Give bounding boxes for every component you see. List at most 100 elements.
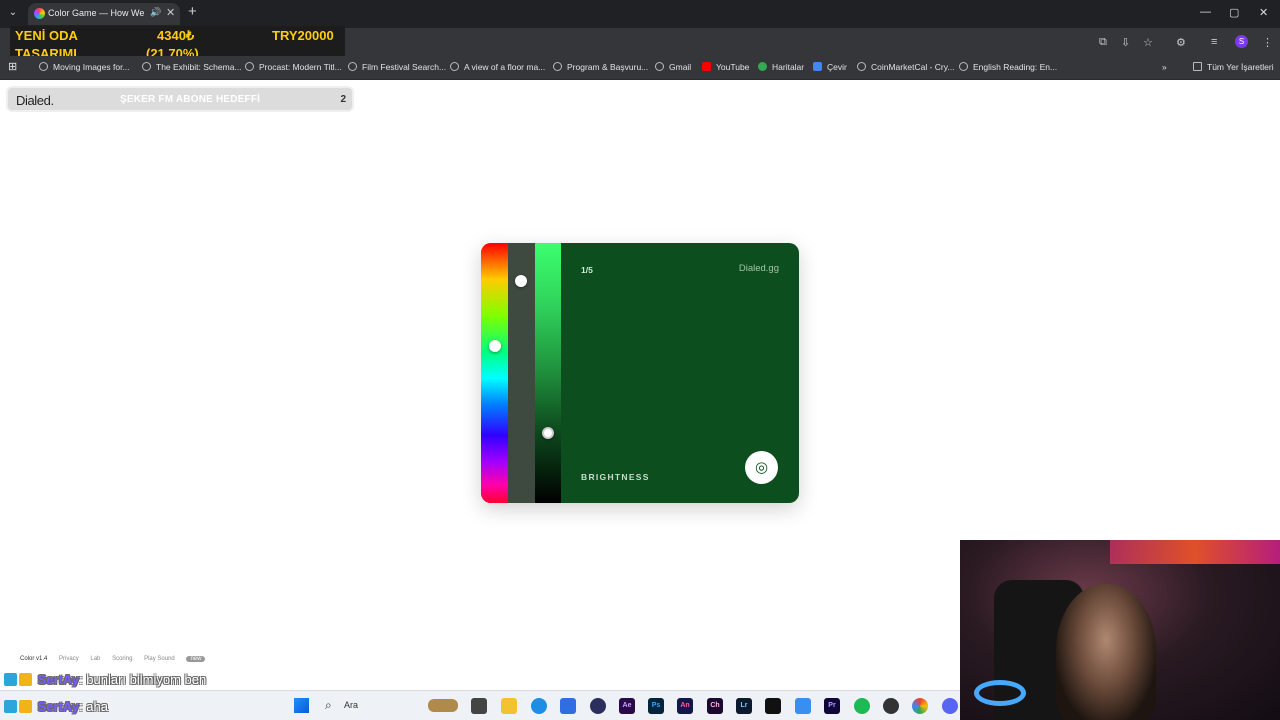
active-dimension-label: BRIGHTNESS bbox=[581, 472, 650, 482]
discord-icon[interactable] bbox=[942, 698, 958, 714]
bookmark-youtube[interactable]: YouTube bbox=[702, 62, 749, 72]
crown-icon bbox=[19, 673, 32, 686]
footer-link-privacy[interactable]: Privacy bbox=[59, 656, 79, 662]
stream-goal-overlay: YENİ ODA 4340₺ TRY20000 TASARIMI (21.70%… bbox=[10, 26, 345, 61]
all-bookmarks-folder[interactable]: Tüm Yer İşaretleri bbox=[1193, 62, 1274, 72]
bookmark-item[interactable]: English Reading: En... bbox=[959, 62, 1057, 72]
widget-logo: Dialed. bbox=[16, 93, 54, 108]
animate-icon[interactable]: An bbox=[677, 698, 693, 714]
gmail-icon bbox=[655, 62, 664, 71]
globe-icon bbox=[857, 62, 866, 71]
chat-text: : aha bbox=[79, 699, 108, 714]
webcam-overlay bbox=[960, 540, 1280, 720]
extensions-icon[interactable]: ⚙ bbox=[1176, 36, 1186, 49]
character-animator-icon[interactable]: Ch bbox=[707, 698, 723, 714]
bookmark-gmail[interactable]: Gmail bbox=[655, 62, 691, 72]
globe-icon bbox=[450, 62, 459, 71]
chat-message: SertAy: aha bbox=[4, 699, 108, 714]
bookmark-item[interactable]: Moving Images for... bbox=[39, 62, 130, 72]
maps-pin-icon bbox=[758, 62, 767, 71]
youtube-icon bbox=[702, 62, 711, 71]
crown-icon bbox=[19, 700, 32, 713]
kebab-menu-icon[interactable]: ⋮ bbox=[1262, 36, 1273, 49]
bookmark-item[interactable]: A view of a floor ma... bbox=[450, 62, 545, 72]
globe-icon bbox=[142, 62, 151, 71]
app-icon[interactable] bbox=[795, 698, 811, 714]
chrome-icon[interactable] bbox=[912, 698, 928, 714]
tab-groups-icon[interactable]: ≡ bbox=[1211, 36, 1217, 48]
chat-text: : bunları bilmiyom ben bbox=[79, 672, 207, 687]
hue-slider[interactable] bbox=[481, 243, 508, 503]
search-icon: ⌕ bbox=[325, 698, 332, 712]
lightroom-icon[interactable]: Lr bbox=[736, 698, 752, 714]
apps-grid-icon[interactable]: ⊞ bbox=[8, 60, 17, 73]
badge-icon bbox=[4, 673, 17, 686]
file-explorer-icon[interactable] bbox=[501, 698, 517, 714]
globe-icon bbox=[553, 62, 562, 71]
close-window-button[interactable]: ✕ bbox=[1259, 6, 1268, 19]
submit-guess-button[interactable]: ◎ bbox=[745, 451, 778, 484]
saturation-slider-handle[interactable] bbox=[515, 275, 527, 287]
store-icon[interactable] bbox=[560, 698, 576, 714]
saturation-slider[interactable] bbox=[508, 243, 535, 503]
bookmark-item[interactable]: CoinMarketCal - Cry... bbox=[857, 62, 954, 72]
taskbar-search[interactable]: ⌕ Ara bbox=[322, 696, 462, 716]
tab-strip: ⌄ Color Game — How Well Can You See Colo… bbox=[0, 0, 1280, 28]
version-label: Color v1.4 bbox=[20, 656, 48, 662]
target-icon: ◎ bbox=[754, 459, 769, 476]
spotify-icon[interactable] bbox=[854, 698, 870, 714]
edge-icon[interactable] bbox=[531, 698, 547, 714]
color-game-card: 1/5 Dialed.gg BRIGHTNESS ◎ bbox=[481, 243, 799, 503]
widget-goal-text: ŞEKER FM ABONE HEDEFFİ bbox=[120, 94, 261, 105]
bookmark-translate[interactable]: Çevir bbox=[813, 62, 847, 72]
widget-goal-count: 2 bbox=[340, 94, 346, 105]
goal-current-amount: 4340₺ bbox=[157, 28, 195, 43]
minimize-button[interactable]: — bbox=[1200, 6, 1211, 18]
inkscape-icon[interactable] bbox=[765, 698, 781, 714]
speaker-icon[interactable]: 🔊 bbox=[150, 7, 161, 18]
led-lights bbox=[1110, 540, 1280, 564]
close-tab-button[interactable]: ✕ bbox=[166, 6, 175, 19]
tab-title: Color Game — How Well Can You See Color? bbox=[48, 8, 144, 18]
footer-link-play-sound[interactable]: Play Sound bbox=[144, 656, 175, 662]
translate-icon bbox=[813, 62, 822, 71]
bookmark-maps[interactable]: Haritalar bbox=[758, 62, 804, 72]
bookmark-item[interactable]: The Exhibit: Schema... bbox=[142, 62, 242, 72]
after-effects-icon[interactable]: Ae bbox=[619, 698, 635, 714]
footer-links: Color v1.4 Privacy Lab Scoring Play Soun… bbox=[20, 656, 215, 662]
app-icon[interactable] bbox=[883, 698, 899, 714]
premiere-icon[interactable]: Pr bbox=[824, 698, 840, 714]
tab-active[interactable]: Color Game — How Well Can You See Color?… bbox=[28, 3, 180, 25]
bookmarks-bar: ⊞ Moving Images for... The Exhibit: Sche… bbox=[0, 56, 1280, 80]
search-highlight-icon bbox=[428, 699, 458, 712]
translate-icon[interactable]: ⧉ bbox=[1099, 36, 1107, 49]
taskbar-search-placeholder: Ara bbox=[344, 700, 359, 710]
bookmarks-overflow-button[interactable]: » bbox=[1162, 62, 1167, 72]
footer-link-lab[interactable]: Lab bbox=[90, 656, 100, 662]
bookmark-item[interactable]: Procast: Modern Titl... bbox=[245, 62, 342, 72]
brand-label: Dialed.gg bbox=[738, 263, 779, 274]
install-icon[interactable]: ⇩ bbox=[1121, 36, 1130, 49]
profile-avatar[interactable]: S bbox=[1235, 35, 1248, 48]
globe-icon bbox=[959, 62, 968, 71]
bookmark-item[interactable]: Program & Başvuru... bbox=[553, 62, 648, 72]
footer-link-scoring[interactable]: Scoring bbox=[112, 656, 132, 662]
chat-username: SertAy bbox=[37, 699, 80, 714]
app-icon[interactable] bbox=[590, 698, 606, 714]
goal-target-amount: TRY20000 bbox=[272, 28, 334, 43]
brightness-slider-handle[interactable] bbox=[542, 427, 554, 439]
new-tab-button[interactable]: + bbox=[188, 3, 197, 20]
task-view-icon[interactable] bbox=[471, 698, 487, 714]
chat-message: SertAy: bunları bilmiyom ben bbox=[4, 672, 206, 687]
hue-slider-handle[interactable] bbox=[489, 340, 501, 352]
brightness-slider[interactable] bbox=[535, 243, 561, 503]
tab-search-button[interactable]: ⌄ bbox=[4, 4, 22, 22]
globe-icon bbox=[39, 62, 48, 71]
maximize-button[interactable]: ▢ bbox=[1229, 6, 1239, 19]
star-icon[interactable]: ☆ bbox=[1143, 36, 1153, 49]
subscriber-goal-widget: Dialed. ŞEKER FM ABONE HEDEFFİ 2 bbox=[6, 86, 354, 112]
bookmark-item[interactable]: Film Festival Search... bbox=[348, 62, 446, 72]
photoshop-icon[interactable]: Ps bbox=[648, 698, 664, 714]
page-icon bbox=[348, 62, 357, 71]
windows-start-icon[interactable] bbox=[294, 698, 309, 713]
